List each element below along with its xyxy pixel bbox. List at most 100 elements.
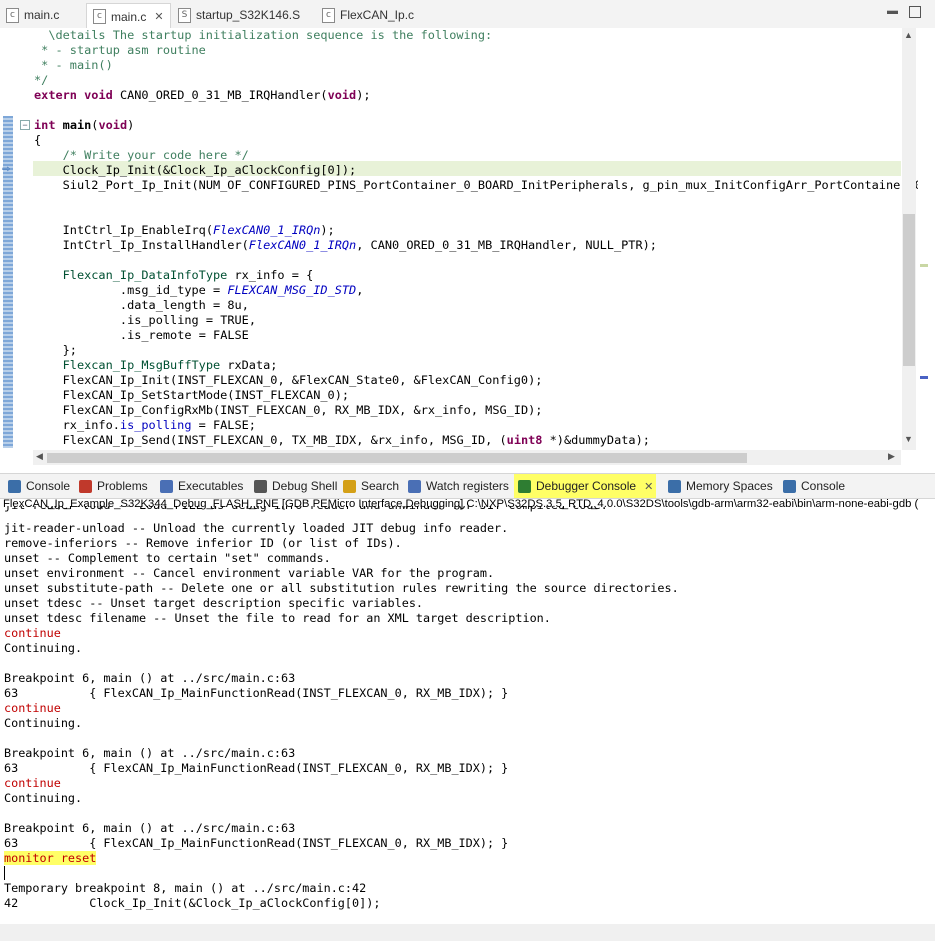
scroll-down-icon[interactable]: ▼ — [904, 434, 913, 444]
view-tab-watch-registers[interactable]: Watch registers — [408, 474, 509, 498]
scroll-up-icon[interactable]: ▲ — [904, 30, 913, 40]
code-line[interactable]: int main(void) — [34, 118, 922, 133]
console-line: Breakpoint 6, main () at ../src/main.c:6… — [4, 746, 296, 760]
console-line: Temporary breakpoint 8, main () at ../sr… — [4, 881, 367, 895]
console-line: Breakpoint 6, main () at ../src/main.c:6… — [4, 671, 296, 685]
scroll-right-icon[interactable]: ▶ — [888, 451, 895, 462]
debug-shell-icon — [254, 479, 267, 493]
close-icon[interactable]: ✕ — [154, 10, 163, 23]
instruction-pointer-icon: ⇨ — [2, 164, 11, 175]
overview-marker[interactable] — [920, 264, 928, 267]
code-editor[interactable]: − ⇨ \details The startup initialization … — [0, 28, 935, 468]
code-line[interactable]: Flexcan_Ip_MsgBuffType rxData; — [34, 358, 922, 373]
view-tab-console[interactable]: Console — [8, 474, 70, 498]
code-line[interactable]: .is_remote = FALSE — [34, 328, 922, 343]
view-tab-problems[interactable]: Problems — [79, 474, 148, 498]
code-line[interactable] — [34, 253, 922, 268]
code-line[interactable]: FlexCAN_Ip_ConfigRxMb(INST_FLEXCAN_0, RX… — [34, 403, 922, 418]
view-tab-memory-spaces[interactable]: Memory Spaces — [668, 474, 773, 498]
code-line[interactable]: .msg_id_type = FLEXCAN_MSG_ID_STD, — [34, 283, 922, 298]
console-line: Continuing. — [4, 716, 83, 730]
console-line: continue — [4, 776, 61, 790]
c-file-icon: c — [322, 7, 335, 23]
editor-tab-label: main.c — [24, 8, 60, 22]
code-line[interactable]: }; — [34, 343, 922, 358]
code-line[interactable]: .is_polling = TRUE, — [34, 313, 922, 328]
console-line: 63 { FlexCAN_Ip_MainFunctionRead(INST_FL… — [4, 836, 509, 850]
code-line[interactable]: IntCtrl_Ip_InstallHandler(FlexCAN0_1_IRQ… — [34, 238, 922, 253]
console-line: 42 Clock_Ip_Init(&Clock_Ip_aClockConfig[… — [4, 896, 381, 910]
code-line[interactable]: IntCtrl_Ip_EnableIrq(FlexCAN0_1_IRQn); — [34, 223, 922, 238]
view-tab-label: Debugger Console — [536, 479, 637, 493]
code-line[interactable]: */ — [34, 73, 922, 88]
editor-tab-label: main.c — [111, 9, 147, 24]
minimize-icon[interactable]: ▬ — [887, 5, 899, 17]
view-tab-label: Memory Spaces — [686, 479, 773, 493]
code-line[interactable]: /* Write your code here */ — [34, 148, 922, 163]
view-tab-console[interactable]: Console — [783, 474, 845, 498]
overview-marker[interactable] — [920, 376, 928, 379]
debugger-console-icon — [518, 479, 531, 493]
code-line[interactable]: Siul2_Port_Ip_Init(NUM_OF_CONFIGURED_PIN… — [34, 178, 922, 193]
scroll-left-icon[interactable]: ◀ — [36, 451, 43, 462]
console-line: Breakpoint 6, main () at ../src/main.c:6… — [4, 821, 296, 835]
code-line[interactable] — [34, 193, 922, 208]
console-line: remove-inferiors -- Remove inferior ID (… — [4, 536, 402, 550]
console-line: 63 { FlexCAN_Ip_MainFunctionRead(INST_FL… — [4, 761, 509, 775]
editor-tab-bar: c main.c c main.c ✕ S startup_S32K146.S … — [0, 0, 935, 29]
horizontal-scroll-thumb[interactable] — [47, 453, 747, 463]
code-line[interactable]: rx_info.is_polling = FALSE; — [34, 418, 922, 433]
debugger-console-output[interactable]: jit-reader-load -- Load FILE as debug in… — [4, 506, 679, 911]
memory-spaces-icon — [668, 479, 681, 493]
editor-tab-label: startup_S32K146.S — [196, 8, 301, 22]
console-line: continue — [4, 626, 61, 640]
close-icon[interactable]: ✕ — [644, 480, 653, 493]
s-file-icon: S — [178, 7, 191, 23]
editor-tab-startup[interactable]: S startup_S32K146.S — [178, 3, 300, 27]
code-line[interactable] — [34, 208, 922, 223]
code-line[interactable]: FlexCAN_Ip_Send(INST_FLEXCAN_0, TX_MB_ID… — [34, 433, 922, 448]
view-tab-debugger-console[interactable]: Debugger Console ✕ — [514, 474, 656, 498]
vertical-scroll-thumb[interactable] — [903, 214, 915, 366]
editor-tab-main-c-active[interactable]: c main.c ✕ — [86, 3, 171, 29]
view-tab-debug-shell[interactable]: Debug Shell — [254, 474, 337, 498]
maximize-icon[interactable] — [909, 6, 921, 18]
view-tab-search[interactable]: Search — [343, 474, 399, 498]
view-tab-label: Problems — [97, 479, 148, 493]
console-line: jit-reader-load -- Load FILE as debug in… — [4, 506, 679, 521]
search-icon — [343, 479, 356, 493]
view-tab-label: Console — [801, 479, 846, 493]
code-line[interactable]: * - startup asm routine — [34, 43, 922, 58]
code-line[interactable]: FlexCAN_Ip_SetStartMode(INST_FLEXCAN_0); — [34, 388, 922, 403]
c-file-icon: c — [6, 7, 19, 23]
watch-registers-icon — [408, 479, 421, 493]
editor-tab-main-c[interactable]: c main.c — [6, 3, 59, 27]
console-icon — [783, 479, 796, 493]
editor-tab-flexcan[interactable]: c FlexCAN_Ip.c — [322, 3, 414, 27]
code-line[interactable]: \details The startup initialization sequ… — [34, 28, 922, 43]
code-line[interactable]: .data_length = 8u, — [34, 298, 922, 313]
code-line[interactable]: { — [34, 133, 922, 148]
code-line[interactable] — [34, 103, 922, 118]
console-horizontal-scrollbar[interactable] — [0, 924, 935, 941]
code-text[interactable]: \details The startup initialization sequ… — [34, 28, 922, 448]
code-line[interactable]: * - main() — [34, 58, 922, 73]
console-line: Continuing. — [4, 641, 83, 655]
console-line: jit-reader-unload -- Unload the currentl… — [4, 521, 509, 535]
console-line: unset substitute-path -- Delete one or a… — [4, 581, 679, 595]
view-tab-executables[interactable]: Executables — [160, 474, 243, 498]
code-line[interactable]: extern void CAN0_ORED_0_31_MB_IRQHandler… — [34, 88, 922, 103]
fold-collapse-icon[interactable]: − — [20, 120, 30, 130]
code-line[interactable]: Flexcan_Ip_DataInfoType rx_info = { — [34, 268, 922, 283]
view-tab-label: Debug Shell — [272, 479, 338, 493]
executables-icon — [160, 479, 173, 493]
overview-ruler[interactable] — [918, 28, 935, 450]
code-line[interactable]: FlexCAN_Ip_Init(INST_FLEXCAN_0, &FlexCAN… — [34, 373, 922, 388]
problems-icon — [79, 479, 92, 493]
text-cursor — [4, 866, 5, 880]
code-line[interactable]: Clock_Ip_Init(&Clock_Ip_aClockConfig[0])… — [34, 163, 922, 178]
